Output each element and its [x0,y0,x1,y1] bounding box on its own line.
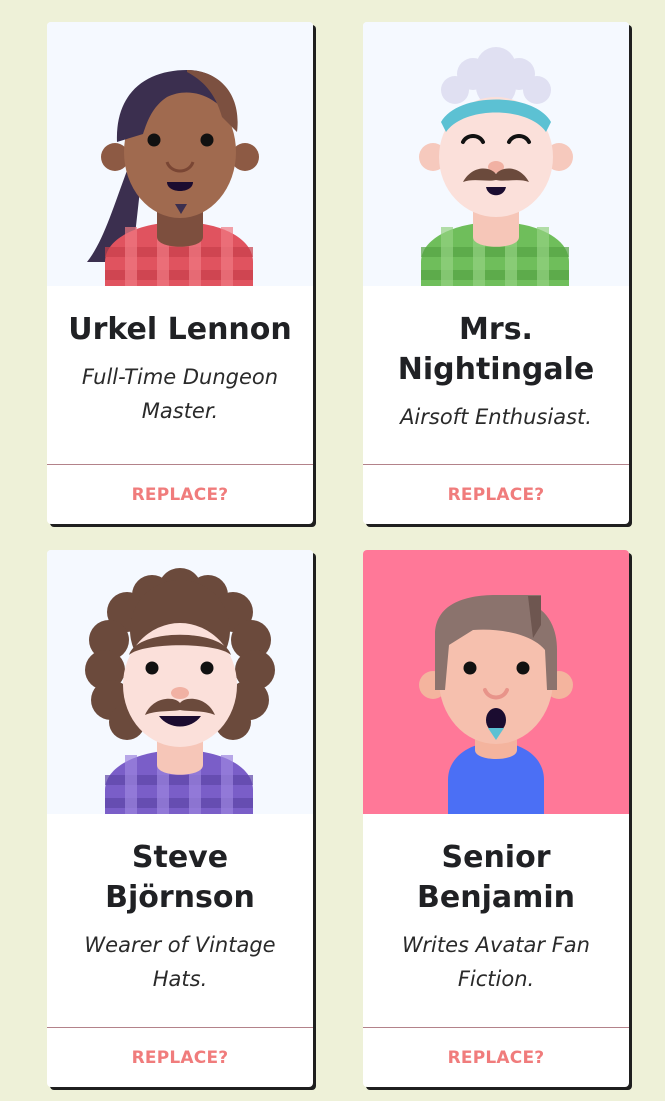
card-footer: REPLACE? [47,464,313,524]
person-name: Mrs. Nightingale [397,312,595,387]
person-role: Wearer of Vintage Hats. [84,933,276,991]
replace-button[interactable]: REPLACE? [448,1048,545,1068]
avatar-image [47,22,313,286]
person-name: Steve Björnson [105,840,255,915]
avatar-image [47,550,313,814]
avatar-illustration [419,47,573,286]
person-role: Airsoft Enthusiast. [400,405,592,429]
replace-button[interactable]: REPLACE? [132,485,229,505]
person-role: Full-Time Dungeon Master. [81,365,279,423]
person-role: Writes Avatar Fan Fiction. [402,933,590,991]
avatar-card: Senior Benjamin Writes Avatar Fan Fictio… [363,550,629,1087]
person-name: Urkel Lennon [68,312,292,347]
card-footer: REPLACE? [47,1027,313,1087]
avatar-illustration [419,595,573,814]
avatar-image [363,22,629,286]
card-body: Senior Benjamin Writes Avatar Fan Fictio… [363,814,629,996]
avatar-card: Mrs. Nightingale Airsoft Enthusiast. REP… [363,22,629,524]
card-body: Mrs. Nightingale Airsoft Enthusiast. [363,286,629,434]
avatar-card: Urkel Lennon Full-Time Dungeon Master. R… [47,22,313,524]
replace-button[interactable]: REPLACE? [448,485,545,505]
card-body: Urkel Lennon Full-Time Dungeon Master. [47,286,313,428]
person-name: Senior Benjamin [417,840,575,915]
card-footer: REPLACE? [363,464,629,524]
avatar-card: Steve Björnson Wearer of Vintage Hats. R… [47,550,313,1087]
card-body: Steve Björnson Wearer of Vintage Hats. [47,814,313,996]
avatar-card-grid: Urkel Lennon Full-Time Dungeon Master. R… [0,0,665,1101]
replace-button[interactable]: REPLACE? [132,1048,229,1068]
avatar-image [363,550,629,814]
card-footer: REPLACE? [363,1027,629,1087]
avatar-illustration [87,70,259,286]
avatar-illustration [85,568,275,814]
